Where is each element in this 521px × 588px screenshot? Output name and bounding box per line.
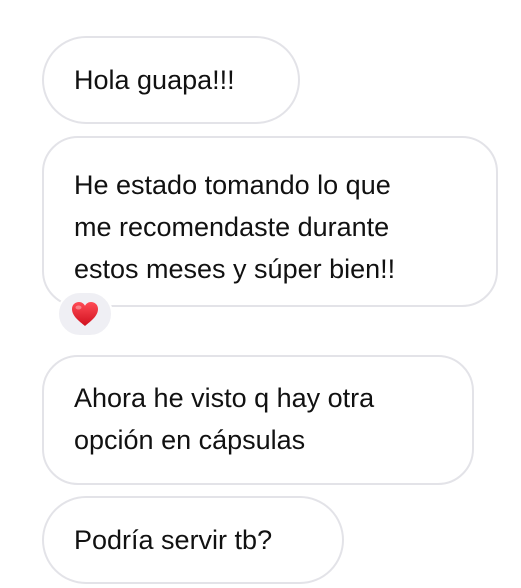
message-bubble-3[interactable]: Ahora he visto q hay otra opción en cáps… <box>42 355 474 485</box>
message-text-line-1: Ahora he visto q hay otra <box>74 383 375 413</box>
message-bubble-1[interactable]: Hola guapa!!! <box>42 36 300 124</box>
message-reaction[interactable] <box>57 291 113 337</box>
message-text: Podría servir tb? <box>74 525 273 555</box>
message-text-line-1: He estado tomando lo que <box>74 170 391 200</box>
message-bubble-2[interactable]: He estado tomando lo que me recomendaste… <box>42 136 498 307</box>
message-bubble-4[interactable]: Podría servir tb? <box>42 496 344 584</box>
red-heart-icon <box>72 302 98 326</box>
message-text: Hola guapa!!! <box>74 65 235 95</box>
message-text-line-2: me recomendaste durante <box>74 212 390 242</box>
message-text-line-2: opción en cápsulas <box>74 425 306 455</box>
message-text-line-3: estos meses y súper bien!! <box>74 254 396 284</box>
